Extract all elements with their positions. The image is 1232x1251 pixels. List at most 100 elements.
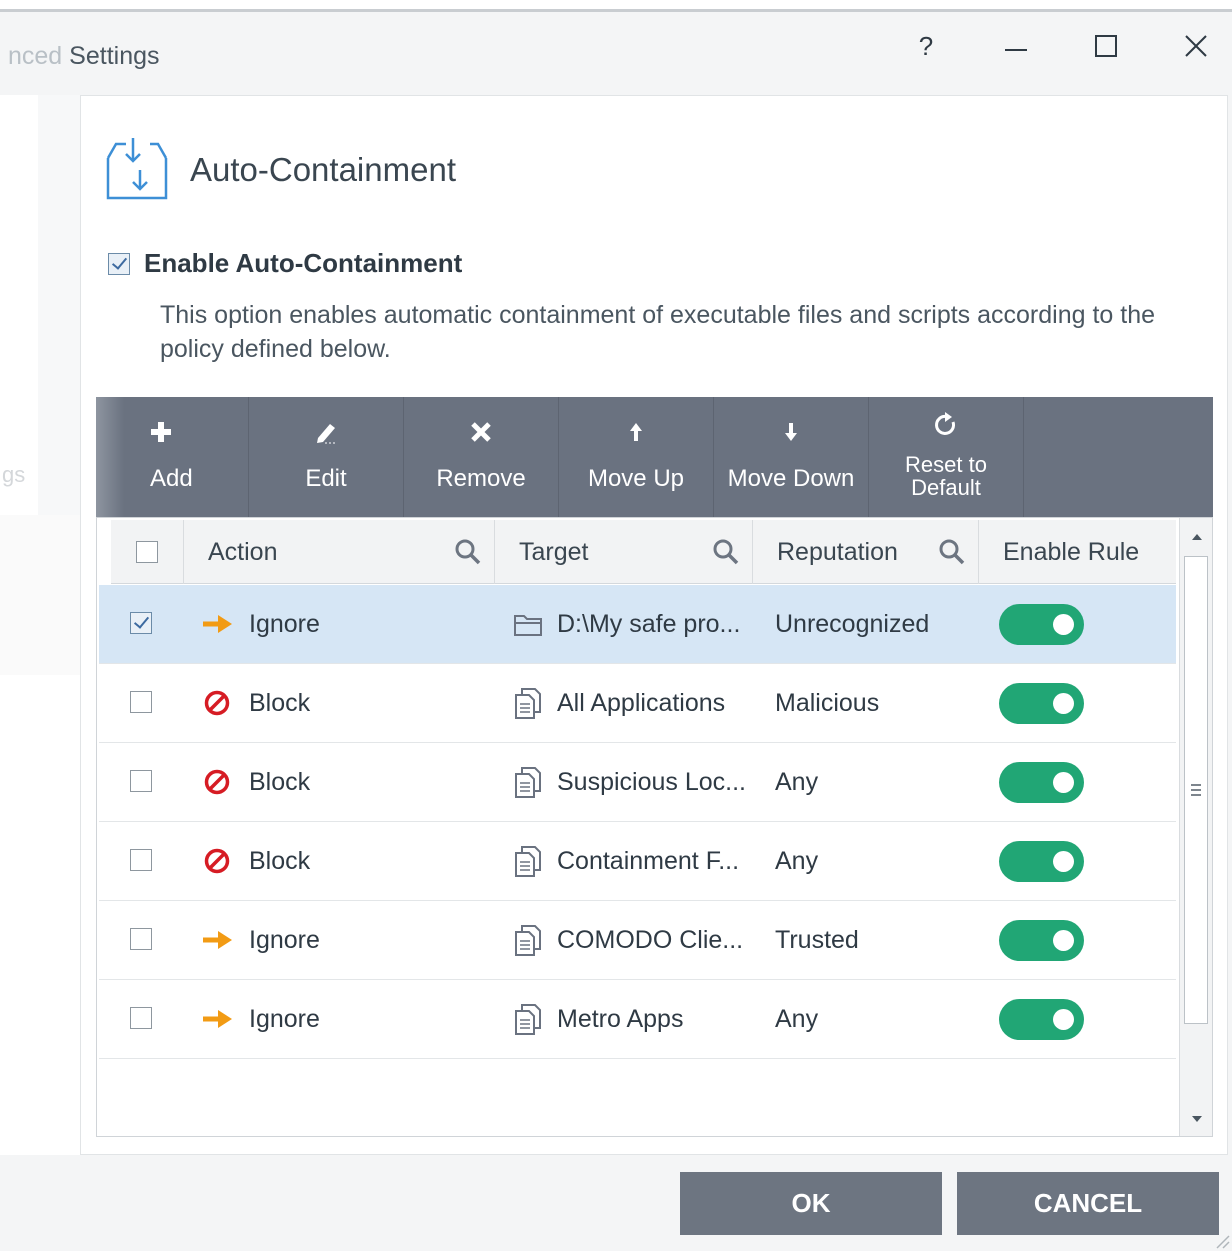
move-down-button[interactable]: Move Down [714, 397, 869, 517]
file-group-icon [515, 767, 541, 798]
maximize-icon [1095, 35, 1117, 57]
target-cell: Metro Apps [513, 980, 683, 1058]
table-header: Action Target Reputation Enable Rule [111, 520, 1176, 584]
move-up-button[interactable]: Move Up [559, 397, 714, 517]
move-up-label: Move Up [587, 465, 685, 492]
arrow-right-icon [203, 615, 232, 633]
file-group-icon [515, 1004, 541, 1035]
window-title: nced Settings [8, 42, 160, 71]
minimize-icon [1005, 49, 1027, 51]
column-action[interactable]: Action [184, 520, 495, 584]
row-checkbox[interactable] [130, 770, 152, 792]
column-reputation[interactable]: Reputation [753, 520, 979, 584]
maximize-button[interactable] [1076, 22, 1136, 70]
search-icon[interactable] [454, 538, 482, 566]
reputation-cell: Malicious [775, 688, 880, 717]
vertical-scrollbar[interactable] [1179, 518, 1212, 1136]
target-cell: COMODO Clie... [513, 901, 743, 979]
column-target[interactable]: Target [495, 520, 753, 584]
table-row[interactable]: Block Containment F... Any [99, 822, 1176, 901]
toggle-knob [1053, 1009, 1074, 1030]
target-label: D:\My safe pro... [557, 609, 741, 638]
move-down-label: Move Down [727, 465, 855, 492]
reset-icon [935, 412, 955, 435]
action-cell: Block [203, 743, 310, 821]
action-cell: Block [203, 664, 310, 742]
edit-button[interactable]: Edit [249, 397, 404, 517]
enable-auto-containment-checkbox[interactable]: Enable Auto-Containment [108, 248, 462, 279]
action-label: Ignore [249, 609, 320, 638]
help-label: ? [918, 30, 934, 61]
select-all-column [111, 520, 184, 584]
scroll-thumb[interactable] [1184, 556, 1208, 1024]
folder-icon [514, 615, 542, 636]
scroll-up-button[interactable] [1180, 520, 1213, 554]
column-enable-rule[interactable]: Enable Rule [979, 520, 1176, 584]
help-button[interactable]: ? [896, 22, 956, 70]
remove-button[interactable]: Remove [404, 397, 559, 517]
enable-rule-toggle[interactable] [999, 841, 1084, 882]
close-button[interactable] [1166, 22, 1226, 70]
row-checkbox[interactable] [130, 691, 152, 713]
arrow-down-icon [785, 423, 797, 441]
enable-rule-toggle[interactable] [999, 762, 1084, 803]
reputation-cell: Any [775, 767, 819, 796]
reset-to-default-button[interactable]: Reset to Default [869, 397, 1024, 517]
cancel-button[interactable]: CANCEL [957, 1172, 1219, 1235]
close-icon [1185, 35, 1207, 57]
enable-rule-toggle[interactable] [999, 683, 1084, 724]
reputation-cell: Unrecognized [775, 609, 930, 638]
enable-rule-toggle[interactable] [999, 604, 1084, 645]
target-cell: D:\My safe pro... [513, 585, 740, 663]
row-checkbox[interactable] [130, 1007, 152, 1029]
edit-label: Edit [305, 465, 347, 492]
block-icon [204, 690, 230, 716]
toggle-knob [1053, 930, 1074, 951]
check-icon [111, 253, 128, 270]
search-icon[interactable] [712, 538, 740, 566]
action-cell: Block [203, 822, 310, 900]
table-row[interactable]: Ignore COMODO Clie... Trusted [99, 901, 1176, 980]
target-cell: Containment F... [513, 822, 739, 900]
action-cell: Ignore [203, 585, 320, 663]
reputation-cell: Any [775, 846, 819, 875]
minimize-button[interactable] [986, 22, 1046, 70]
scroll-down-button[interactable] [1180, 1102, 1213, 1136]
remove-x-icon [471, 422, 491, 442]
target-label: Containment F... [557, 846, 740, 875]
enable-auto-containment-label: Enable Auto-Containment [144, 248, 463, 278]
search-icon[interactable] [938, 538, 966, 566]
resize-grip-icon[interactable] [1212, 1231, 1230, 1249]
file-group-icon [515, 846, 541, 877]
remove-label: Remove [436, 465, 526, 492]
grip-icon [1191, 784, 1201, 796]
row-checkbox[interactable] [130, 849, 152, 871]
enable-rule-toggle[interactable] [999, 920, 1084, 961]
caret-down-icon [1191, 1116, 1202, 1122]
enable-rule-toggle[interactable] [999, 999, 1084, 1040]
rules-toolbar: Add Edit Remove Move Up Move Down Reset … [96, 397, 1213, 517]
block-icon [204, 848, 230, 874]
ok-button[interactable]: OK [680, 1172, 942, 1235]
sidebar-fragment-text: gs [2, 462, 26, 487]
toggle-knob [1053, 693, 1074, 714]
target-label: Suspicious Loc... [557, 767, 746, 796]
rules-table: Action Target Reputation Enable Rule Ign… [96, 517, 1213, 1137]
action-label: Ignore [249, 925, 320, 954]
table-row[interactable]: Ignore Metro Apps Any [99, 980, 1176, 1059]
file-group-icon [515, 925, 541, 956]
table-row[interactable]: Block Suspicious Loc... Any [99, 743, 1176, 822]
action-cell: Ignore [203, 901, 320, 979]
pencil-icon [317, 424, 336, 444]
table-row[interactable]: Block All Applications Malicious [99, 664, 1176, 743]
select-all-checkbox[interactable] [136, 541, 158, 563]
checkbox-checked[interactable] [108, 252, 130, 275]
table-row[interactable]: Ignore D:\My safe pro... Unrecognized [99, 585, 1176, 664]
row-checkbox[interactable] [130, 928, 152, 950]
row-checkbox[interactable] [130, 612, 152, 634]
caret-up-icon [1191, 534, 1202, 540]
add-button[interactable]: Add [124, 397, 249, 517]
reputation-cell: Trusted [775, 925, 859, 954]
toolbar-grip [96, 397, 124, 517]
toggle-knob [1053, 851, 1074, 872]
